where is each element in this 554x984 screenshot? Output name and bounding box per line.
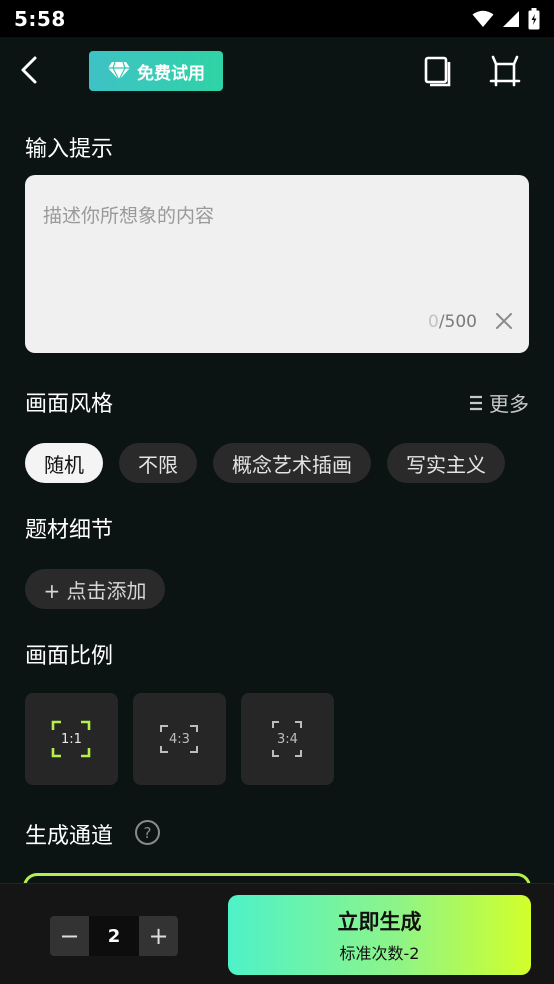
decrement-button[interactable]: −: [50, 916, 89, 956]
char-count-max: /500: [438, 312, 477, 332]
status-icons: [472, 7, 540, 30]
style-chip[interactable]: 不限: [119, 443, 197, 483]
char-counter: 0/500: [428, 312, 477, 332]
top-bar: 免费试用: [0, 37, 554, 107]
back-button[interactable]: [12, 53, 46, 87]
style-chip[interactable]: 写实主义: [387, 443, 505, 483]
book-icon: [424, 56, 451, 87]
style-title: 画面风格: [25, 392, 114, 417]
style-more-button[interactable]: 更多: [469, 388, 529, 417]
ratio-label: 4:3: [169, 731, 190, 747]
diamond-icon: [108, 61, 130, 81]
free-trial-button[interactable]: 免费试用: [89, 51, 223, 91]
signal-icon: [503, 10, 519, 27]
chevron-left-icon: [21, 56, 37, 84]
clear-button[interactable]: [493, 310, 515, 332]
app-screen: 免费试用 输入提示 描述你所想象的内容 0/500 画面风格 更多 随机 不限 …: [0, 37, 554, 984]
wifi-icon: [472, 10, 494, 27]
bottom-action-bar: − 2 + 立即生成 标准次数-2: [0, 883, 554, 984]
style-chip[interactable]: 随机: [25, 443, 103, 483]
history-button[interactable]: [420, 53, 456, 89]
char-count-current: 0: [427, 312, 439, 332]
ratio-label: 1:1: [61, 731, 82, 747]
ratio-options: 1:1 4:3 3:4: [25, 693, 334, 785]
battery-icon: [528, 7, 540, 29]
increment-button[interactable]: +: [139, 916, 178, 956]
quantity-value: 2: [89, 916, 139, 956]
prompt-title: 输入提示: [25, 137, 114, 162]
help-icon[interactable]: ?: [135, 820, 160, 845]
ratio-option-3-4[interactable]: 3:4: [241, 693, 334, 785]
ratio-title: 画面比例: [25, 644, 114, 669]
prompt-input[interactable]: 描述你所想象的内容 0/500: [25, 175, 529, 353]
quantity-stepper: − 2 +: [50, 916, 178, 956]
crop-icon: [489, 55, 521, 87]
style-chip[interactable]: 概念艺术插画: [213, 443, 371, 483]
more-label: 更多: [489, 392, 529, 416]
generate-button[interactable]: 立即生成 标准次数-2: [228, 895, 531, 975]
status-bar: 5:58: [0, 0, 554, 37]
channel-title: 生成通道: [25, 824, 114, 849]
prompt-placeholder: 描述你所想象的内容: [43, 205, 215, 227]
list-icon: [470, 395, 482, 410]
close-icon: [496, 313, 512, 329]
status-time: 5:58: [14, 6, 66, 31]
crop-button[interactable]: [487, 53, 523, 89]
ratio-option-1-1[interactable]: 1:1: [25, 693, 118, 785]
add-detail-button[interactable]: + 点击添加: [25, 569, 165, 609]
generate-label: 立即生成: [337, 910, 422, 934]
free-trial-label: 免费试用: [137, 63, 205, 84]
style-chips: 随机 不限 概念艺术插画 写实主义: [25, 443, 505, 483]
ratio-option-4-3[interactable]: 4:3: [133, 693, 226, 785]
generate-cost-label: 标准次数-2: [339, 944, 420, 963]
ratio-label: 3:4: [277, 731, 298, 747]
details-title: 题材细节: [25, 518, 114, 543]
